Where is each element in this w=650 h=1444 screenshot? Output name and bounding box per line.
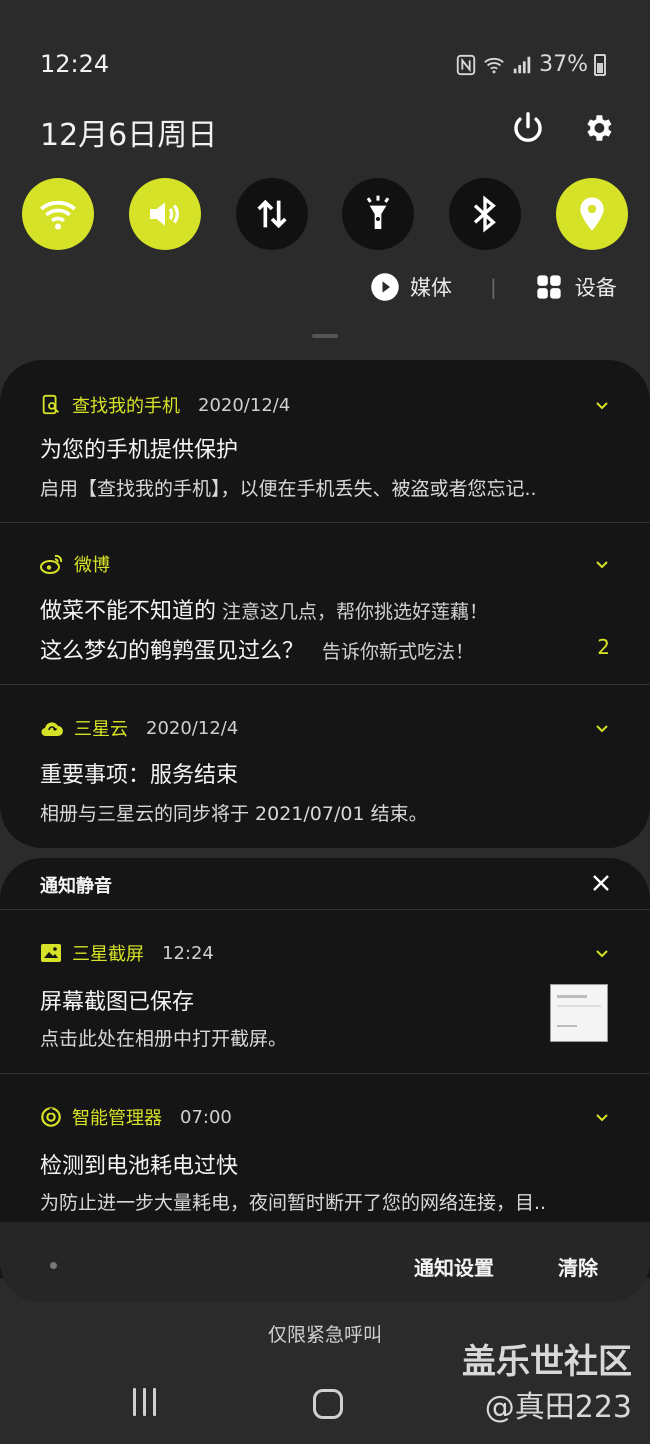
- weibo-line-1-sub: 注意这几点，帮你挑选好莲藕！: [222, 601, 489, 623]
- location-toggle[interactable]: [555, 178, 628, 250]
- screenshot-image-icon: [41, 944, 61, 962]
- weibo-line-1: 做菜不能不知道的 注意这几点，帮你挑选好莲藕！: [40, 593, 488, 625]
- app-name: 三星云: [74, 719, 128, 740]
- recent-apps-button[interactable]: [133, 1388, 156, 1416]
- bluetooth-icon: [474, 195, 497, 233]
- weibo-icon: [40, 554, 63, 574]
- battery-percent: 37%: [539, 52, 588, 77]
- notification-time: 12:24: [162, 942, 214, 964]
- notification-count-badge: 2: [597, 635, 610, 659]
- sound-toggle[interactable]: [128, 178, 201, 250]
- watermark-user: @真田223: [484, 1390, 632, 1425]
- devices-label: 设备: [574, 276, 617, 300]
- wifi-toggle[interactable]: [22, 178, 94, 250]
- notification-footer: [0, 1222, 650, 1302]
- chevron-down-icon[interactable]: [594, 398, 610, 414]
- notification-samsung-cloud[interactable]: 三星云 2020/12/4 重要事项：服务结束 相册与三星云的同步将于 2021…: [0, 685, 650, 848]
- chevron-down-icon[interactable]: [594, 946, 610, 962]
- status-icons: 37%: [455, 52, 606, 77]
- date-label: 12月6日周日: [40, 118, 218, 153]
- bluetooth-toggle[interactable]: [449, 178, 522, 250]
- page-indicator-dot: [50, 1262, 57, 1269]
- signal-icon: [513, 56, 531, 73]
- notification-body: 相册与三星云的同步将于 2021/07/01 结束。: [40, 803, 428, 825]
- flashlight-icon: [367, 195, 390, 229]
- nfc-icon: [456, 54, 476, 75]
- app-name: 智能管理器: [72, 1108, 162, 1129]
- location-icon: [580, 197, 604, 231]
- app-name: 三星截屏: [72, 944, 144, 965]
- devices-button[interactable]: 设备: [535, 272, 617, 302]
- power-icon[interactable]: [508, 108, 548, 148]
- weibo-line-2-sub: 告诉你新式吃法！: [322, 641, 475, 663]
- silent-section-header: 通知静音: [0, 858, 650, 910]
- notification-title: 为您的手机提供保护: [40, 438, 239, 463]
- chevron-down-icon[interactable]: [594, 1110, 610, 1126]
- screenshot-thumbnail[interactable]: [550, 984, 608, 1042]
- weibo-line-1-title: 做菜不能不知道的: [40, 599, 217, 624]
- clear-button[interactable]: 清除: [558, 1252, 598, 1281]
- notification-header: 微博: [40, 551, 110, 577]
- media-separator: |: [490, 275, 497, 299]
- weibo-line-2-title: 这么梦幻的鹌鹑蛋见过么？: [40, 639, 305, 664]
- find-my-mobile-icon: [42, 394, 59, 415]
- wifi-status-icon: [484, 57, 504, 73]
- notification-header: 查找我的手机 2020/12/4: [40, 392, 290, 418]
- mobile-data-toggle[interactable]: [235, 178, 308, 250]
- sound-icon: [149, 202, 179, 226]
- close-icon[interactable]: [590, 872, 612, 894]
- notification-settings-button[interactable]: 通知设置: [414, 1252, 494, 1281]
- settings-gear-icon[interactable]: [578, 108, 618, 148]
- panel-drag-handle[interactable]: [312, 334, 338, 338]
- app-name: 微博: [74, 555, 110, 576]
- notification-title: 重要事项：服务结束: [40, 763, 239, 788]
- notification-weibo[interactable]: 微博 做菜不能不知道的 注意这几点，帮你挑选好莲藕！ 这么梦幻的鹌鹑蛋见过么？ 告诉…: [0, 523, 650, 685]
- notification-group: 查找我的手机 2020/12/4 为您的手机提供保护 启用【查找我的手机】，以便…: [0, 360, 650, 848]
- silent-notification-group: 通知静音 三星截屏 12:24 屏幕截图已保存 点击此处在相册中打开截屏。 智能…: [0, 858, 650, 1278]
- notification-screenshot[interactable]: 三星截屏 12:24 屏幕截图已保存 点击此处在相册中打开截屏。: [0, 910, 650, 1074]
- notification-header: 三星截屏 12:24: [40, 940, 214, 966]
- notification-time: 2020/12/4: [198, 394, 291, 416]
- devices-grid-icon: [537, 275, 561, 299]
- notification-body: 为防止进一步大量耗电，夜间暂时断开了您的网络连接，目..: [40, 1192, 547, 1214]
- battery-icon: [594, 53, 606, 76]
- notification-body: 启用【查找我的手机】，以便在手机丢失、被盗或者您忘记..: [40, 478, 537, 500]
- notification-title: 屏幕截图已保存: [40, 990, 195, 1015]
- mobile-data-icon: [256, 199, 287, 229]
- notification-header: 三星云 2020/12/4: [40, 715, 238, 741]
- flashlight-toggle[interactable]: [342, 178, 415, 250]
- home-button[interactable]: [313, 1389, 343, 1419]
- silent-section-label: 通知静音: [40, 876, 112, 897]
- notification-time: 2020/12/4: [146, 717, 239, 739]
- chevron-down-icon[interactable]: [594, 557, 610, 573]
- media-button[interactable]: 媒体: [370, 272, 452, 302]
- play-icon: [371, 273, 399, 301]
- media-devices-row: 媒体 | 设备: [370, 272, 617, 302]
- chevron-down-icon[interactable]: [594, 721, 610, 737]
- quick-toggles: [22, 178, 628, 250]
- notification-header: 智能管理器 07:00: [40, 1104, 232, 1130]
- samsung-cloud-icon: [41, 722, 63, 737]
- status-time: 12:24: [40, 50, 110, 78]
- notification-find-my-mobile[interactable]: 查找我的手机 2020/12/4 为您的手机提供保护 启用【查找我的手机】，以便…: [0, 360, 650, 523]
- app-name: 查找我的手机: [72, 396, 180, 417]
- wifi-icon: [40, 200, 76, 230]
- media-label: 媒体: [410, 276, 452, 300]
- watermark-title: 盖乐世社区: [462, 1342, 632, 1382]
- smart-manager-icon: [41, 1107, 61, 1127]
- notification-body: 点击此处在相册中打开截屏。: [40, 1028, 288, 1050]
- notification-title: 检测到电池耗电过快: [40, 1154, 239, 1179]
- weibo-line-2: 这么梦幻的鹌鹑蛋见过么？ 告诉你新式吃法！: [40, 633, 474, 665]
- notification-time: 07:00: [180, 1106, 232, 1128]
